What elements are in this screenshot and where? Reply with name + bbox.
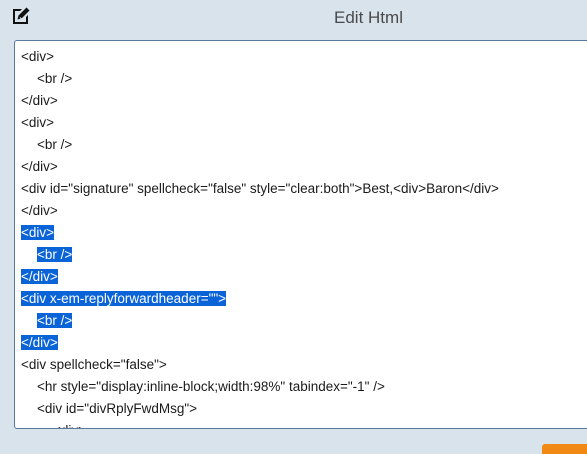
- edit-html-dialog: Edit Html <div> <br /> </div> <div> <br /> </…: [0, 0, 587, 454]
- code-lines: <div> <br /> </div> <div> <br /> </div> <div i…: [21, 46, 499, 428]
- code-line: <div id="signature" spellcheck="false" s…: [21, 178, 499, 200]
- code-text: <hr style="display:inline-block;width:98…: [37, 379, 385, 394]
- code-line: <div id="divRplyFwdMsg">: [21, 398, 499, 420]
- code-line: <div>: [21, 420, 499, 428]
- code-line: <div>: [21, 46, 499, 68]
- selected-code-text: <br />: [37, 313, 73, 328]
- code-text: <br />: [37, 71, 73, 86]
- code-line: </div>: [21, 266, 499, 288]
- code-line: <div x-em-replyforwardheader="">: [21, 288, 499, 310]
- action-button[interactable]: [542, 444, 587, 454]
- dialog-header: Edit Html: [0, 0, 587, 38]
- code-text: </div>: [21, 93, 58, 108]
- code-line: <br />: [21, 310, 499, 332]
- code-text: </div>: [21, 159, 58, 174]
- code-line: </div>: [21, 156, 499, 178]
- code-text: <div>: [53, 423, 86, 428]
- code-text: <br />: [37, 137, 73, 152]
- code-line: <br />: [21, 134, 499, 156]
- code-line: <br />: [21, 68, 499, 90]
- code-text: </div>: [21, 203, 58, 218]
- code-text: <div id="divRplyFwdMsg">: [37, 401, 198, 416]
- code-text: <div>: [21, 115, 55, 130]
- code-line: </div>: [21, 332, 499, 354]
- code-line: <div>: [21, 112, 499, 134]
- dialog-title: Edit Html: [334, 8, 403, 27]
- code-text: <div spellcheck="false">: [21, 357, 167, 372]
- html-editor-textarea[interactable]: <div> <br /> </div> <div> <br /> </div> <div i…: [14, 40, 587, 429]
- code-text: <div>: [21, 49, 55, 64]
- code-line: <div spellcheck="false">: [21, 354, 499, 376]
- code-line: <div>: [21, 222, 499, 244]
- selected-code-text: </div>: [21, 335, 58, 350]
- selected-code-text: </div>: [21, 269, 58, 284]
- selected-code-text: <div>: [21, 225, 55, 240]
- code-line: </div>: [21, 200, 499, 222]
- selected-code-text: <div x-em-replyforwardheader="">: [21, 291, 227, 306]
- code-text: <div id="signature" spellcheck="false" s…: [21, 181, 499, 196]
- code-line: <br />: [21, 244, 499, 266]
- code-line: <hr style="display:inline-block;width:98…: [21, 376, 499, 398]
- code-line: </div>: [21, 90, 499, 112]
- selected-code-text: <br />: [37, 247, 73, 262]
